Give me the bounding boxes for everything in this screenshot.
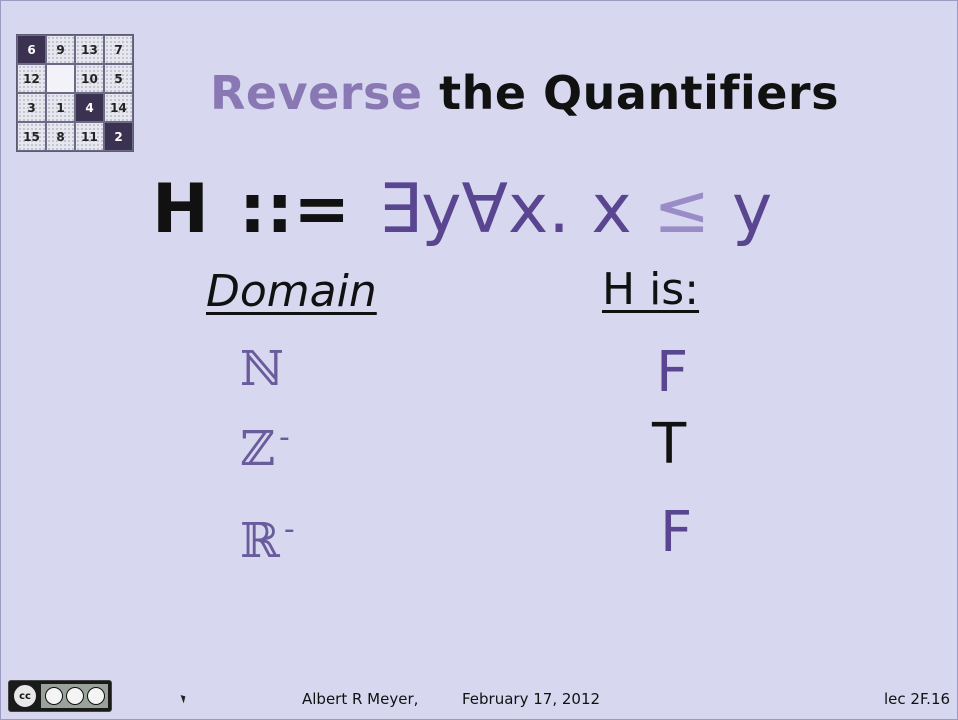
- domain-superscript: -: [283, 512, 295, 547]
- puzzle-tile: 14: [105, 94, 132, 121]
- noncommercial-icon: [65, 687, 84, 705]
- footer-author: Albert R Meyer,: [302, 690, 419, 708]
- value-negative-reals: F: [660, 500, 693, 565]
- formula: H::= ∃y∀x. x ≤ y: [152, 176, 772, 244]
- formula-definition-symbol: ::=: [238, 170, 351, 249]
- puzzle-tile: 4: [76, 94, 103, 121]
- formula-lhs: H: [152, 170, 209, 249]
- sharealike-icon: [86, 687, 105, 705]
- value-naturals: F: [656, 340, 689, 405]
- puzzle-tile: 9: [47, 36, 74, 63]
- title-rest: the Quantifiers: [439, 66, 839, 120]
- puzzle-tile: 2: [105, 123, 132, 150]
- domain-negative-integers: ℤ-: [240, 420, 290, 477]
- domain-naturals: ℕ: [240, 340, 288, 397]
- formula-body: ∃y∀x. x ≤ y: [378, 170, 772, 249]
- creative-commons-badge[interactable]: cc: [8, 680, 112, 712]
- attribution-icon: [44, 687, 63, 705]
- domain-symbol: ℝ: [240, 513, 280, 569]
- puzzle-logo: 6 9 13 7 12 10 5 3 1 4 14 15 8 11 2: [16, 34, 134, 152]
- puzzle-tile: 6: [18, 36, 45, 63]
- domain-header: Domain: [206, 266, 377, 317]
- puzzle-tile: 3: [18, 94, 45, 121]
- puzzle-tile: 13: [76, 36, 103, 63]
- domain-symbol: ℤ: [240, 421, 276, 477]
- cc-icon: cc: [12, 683, 38, 709]
- formula-body-end: y: [710, 170, 773, 249]
- value-header: H is:: [602, 264, 700, 315]
- puzzle-tile: [47, 65, 74, 92]
- domain-symbol: ℕ: [240, 341, 284, 397]
- footer-date: February 17, 2012: [462, 690, 601, 708]
- title-accent: Reverse: [210, 66, 423, 120]
- puzzle-tile: 8: [47, 123, 74, 150]
- footer-lecture-number: lec 2F.16: [884, 690, 951, 708]
- slide-title: Reverse the Quantifiers: [210, 66, 839, 120]
- value-negative-integers: T: [652, 412, 687, 477]
- puzzle-tile: 12: [18, 65, 45, 92]
- formula-body-start: ∃y∀x. x: [378, 170, 654, 249]
- puzzle-tile: 15: [18, 123, 45, 150]
- puzzle-tile: 7: [105, 36, 132, 63]
- puzzle-tile: 10: [76, 65, 103, 92]
- leq-symbol: ≤: [653, 170, 711, 249]
- puzzle-tile: 5: [105, 65, 132, 92]
- domain-superscript: -: [279, 420, 290, 455]
- domain-negative-reals: ℝ-: [240, 512, 295, 569]
- license-icons: [41, 684, 108, 708]
- puzzle-tile: 1: [47, 94, 74, 121]
- puzzle-tile: 11: [76, 123, 103, 150]
